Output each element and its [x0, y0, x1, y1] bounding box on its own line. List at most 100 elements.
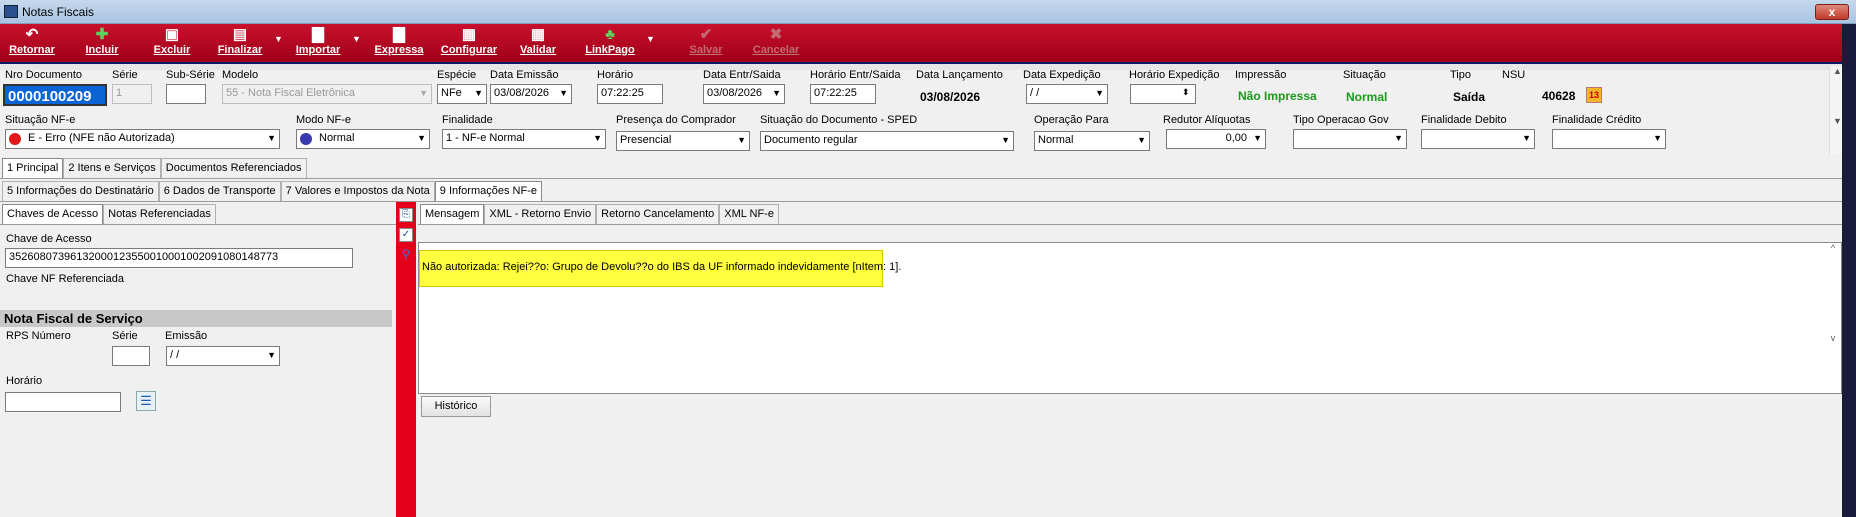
situacao-label: Situação	[1343, 69, 1386, 81]
error-message: Não autorizada: Rejei??o: Grupo de Devol…	[419, 250, 901, 287]
left-tab-divider	[0, 224, 396, 225]
validate-grid-icon: ▦	[530, 26, 546, 43]
salvar-button[interactable]: ✔ Salvar	[684, 26, 728, 62]
validar-button[interactable]: ▦ Validar	[516, 26, 560, 62]
situacao-sped-select[interactable]: Documento regular	[760, 131, 1014, 151]
chave-acesso-label: Chave de Acesso	[6, 233, 92, 245]
tab-mensagem[interactable]: Mensagem	[420, 204, 485, 224]
tab-retorno-cancelamento[interactable]: Retorno Cancelamento	[596, 204, 720, 224]
plus-icon: ✚	[95, 26, 109, 43]
tab-xml-retorno-envio[interactable]: XML - Retorno Envio	[484, 204, 597, 224]
data-emissao-input[interactable]: 03/08/2026	[490, 84, 572, 104]
presenca-select[interactable]: Presencial	[616, 131, 750, 151]
globe-icon	[300, 133, 312, 145]
tab-documentos-referenciados[interactable]: Documentos Referenciados	[160, 158, 307, 178]
nfs-horario-label: Horário	[6, 375, 43, 387]
tipo-operacao-gov-select[interactable]	[1293, 129, 1407, 149]
money-bag-icon: ♣	[605, 26, 615, 43]
list-picker-icon[interactable]: ☰	[136, 391, 156, 411]
horario-entr-saida-input[interactable]: 07:22:25	[810, 84, 876, 104]
app-icon	[4, 5, 18, 18]
operacao-para-select[interactable]: Normal	[1034, 131, 1150, 151]
nsu-badge-icon[interactable]: 13	[1586, 87, 1602, 103]
undo-arrow-icon: ↶	[25, 26, 39, 43]
tab-destinatario[interactable]: 5 Informações do Destinatário	[2, 181, 159, 201]
situacao-nfe-select[interactable]: E - Erro (NFE não Autorizada)	[5, 129, 280, 149]
data-entr-saida-input[interactable]: 03/08/2026	[703, 84, 785, 104]
horario-entr-saida-label: Horário Entr/Saida	[810, 69, 901, 81]
sub-serie-input[interactable]	[166, 84, 206, 104]
close-button[interactable]: x	[1815, 4, 1849, 20]
sub-serie-label: Sub-Série	[166, 69, 215, 81]
finalizar-dropdown-icon[interactable]: ▼	[274, 34, 283, 44]
nfs-serie-input[interactable]	[112, 346, 150, 366]
horario-label: Horário	[597, 69, 634, 81]
serie-input[interactable]: 1	[112, 84, 152, 104]
tab-valores-impostos[interactable]: 7 Valores e Impostos da Nota	[280, 181, 435, 201]
presenca-label: Presença do Comprador	[616, 114, 736, 126]
nfs-emissao-input[interactable]: / /	[166, 346, 280, 366]
check-doc-icon[interactable]: ✓	[399, 228, 413, 242]
main-tabs-row2: 5 Informações do Destinatário 6 Dados de…	[2, 181, 542, 201]
excluir-button[interactable]: ▣ Excluir	[150, 26, 194, 62]
retornar-button[interactable]: ↶ Retornar	[6, 26, 58, 62]
nfs-horario-input[interactable]	[5, 392, 121, 412]
configurar-button[interactable]: ▦ Configurar	[438, 26, 500, 62]
linkpago-dropdown-icon[interactable]: ▼	[646, 34, 655, 44]
tab-informacoes-nfe[interactable]: 9 Informações NF-e	[434, 181, 542, 201]
redutor-input[interactable]: 0,00	[1166, 129, 1266, 149]
expressa-button[interactable]: ▇ Expressa	[372, 26, 426, 62]
spin-updown-icon[interactable]: ⬍	[1182, 87, 1190, 98]
tab-divider	[0, 178, 1856, 179]
import-doc-icon: ▇	[312, 26, 324, 43]
right-tab-divider	[418, 224, 1856, 225]
cancelar-button[interactable]: ✖ Cancelar	[750, 26, 802, 62]
data-expedicao-input[interactable]: / /	[1026, 84, 1108, 104]
chave-acesso-input[interactable]: 3526080739613200012355001000100209108014…	[5, 248, 353, 268]
finalidade-select[interactable]: 1 - NF-e Normal	[442, 129, 606, 149]
importar-dropdown-icon[interactable]: ▼	[352, 34, 361, 44]
finalidade-debito-label: Finalidade Debito	[1421, 114, 1507, 126]
checkmark-icon: ✔	[699, 26, 713, 43]
modo-nfe-select[interactable]: Normal	[296, 129, 430, 149]
redutor-label: Redutor Alíquotas	[1163, 114, 1251, 126]
search-icon[interactable]: ⚲	[399, 248, 413, 262]
historico-button[interactable]: Histórico	[421, 396, 491, 417]
linkpago-button[interactable]: ♣ LinkPago ▼	[582, 26, 655, 62]
message-scrollbar[interactable]: ^ v	[1825, 243, 1841, 393]
tab-itens-servicos[interactable]: 2 Itens e Serviços	[63, 158, 161, 178]
modelo-label: Modelo	[222, 69, 259, 81]
finalizar-button[interactable]: ▤ Finalizar ▼	[214, 26, 283, 62]
title-bar: Notas Fiscais x	[0, 0, 1856, 24]
finalidade-debito-select[interactable]	[1421, 129, 1535, 149]
tab-chaves-acesso[interactable]: Chaves de Acesso	[2, 204, 104, 224]
importar-button[interactable]: ▇ Importar ▼	[290, 26, 361, 62]
modo-nfe-label: Modo NF-e	[296, 114, 352, 126]
impressao-value: Não Impressa	[1238, 89, 1317, 103]
tab-principal[interactable]: 1 Principal	[2, 158, 64, 178]
nfs-section-header: Nota Fiscal de Serviço	[0, 310, 392, 327]
nfs-serie-label: Série	[112, 330, 138, 342]
error-status-icon	[9, 133, 21, 145]
finalidade-credito-label: Finalidade Crédito	[1552, 114, 1642, 126]
nsu-value: 40628	[1542, 89, 1576, 103]
situacao-value: Normal	[1346, 90, 1388, 104]
modelo-select[interactable]: 55 - Nota Fiscal Eletrônica	[222, 84, 432, 104]
tab-notas-referenciadas[interactable]: Notas Referenciadas	[103, 204, 216, 224]
nro-documento-input[interactable]: 0000100209	[3, 84, 107, 106]
especie-select[interactable]: NFe	[437, 84, 487, 104]
delete-doc-icon: ▣	[164, 26, 180, 43]
copy-doc-icon[interactable]: ⎘	[399, 208, 413, 222]
incluir-button[interactable]: ✚ Incluir	[80, 26, 124, 62]
left-tabs: Chaves de Acesso Notas Referenciadas	[2, 204, 216, 224]
data-lancamento-label: Data Lançamento	[916, 69, 1003, 81]
finalidade-credito-select[interactable]	[1552, 129, 1666, 149]
tab-transporte[interactable]: 6 Dados de Transporte	[158, 181, 281, 201]
tab-xml-nfe[interactable]: XML NF-e	[719, 204, 779, 224]
toolbar: ↶ Retornar ✚ Incluir ▣ Excluir ▤ Finalizar ▼ …	[0, 24, 1856, 64]
nro-documento-label: Nro Documento	[5, 69, 83, 81]
data-lancamento-value: 03/08/2026	[920, 90, 981, 104]
rps-numero-label: RPS Número	[6, 330, 71, 342]
horario-input[interactable]: 07:22:25	[597, 84, 663, 104]
operacao-para-label: Operação Para	[1034, 114, 1109, 126]
